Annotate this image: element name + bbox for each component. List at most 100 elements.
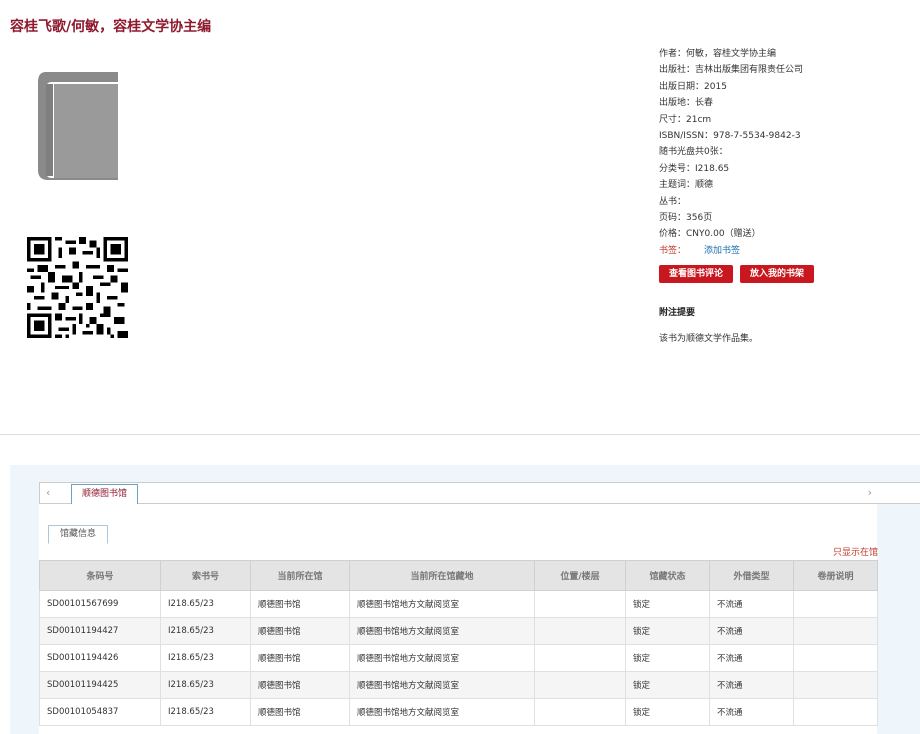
meta-publisher-value: 吉林出版集团有限责任公司	[695, 65, 804, 76]
cell-volume	[793, 590, 878, 618]
meta-price-value: CNY0.00（赠送）	[686, 229, 761, 240]
meta-publisher: 出版社：吉林出版集团有限责任公司	[659, 62, 914, 78]
cell-floor	[534, 644, 626, 672]
cell-status: 锁定	[625, 590, 710, 618]
meta-author: 作者：何敏，容桂文学协主编	[659, 46, 914, 62]
cell-status: 锁定	[625, 671, 710, 699]
cell-barcode: SD00101194425	[39, 671, 161, 699]
meta-isbn-label: ISBN/ISSN：	[659, 130, 714, 141]
chevron-left-icon[interactable]: ‹	[46, 486, 50, 499]
tab-library[interactable]: 顺德图书馆	[71, 484, 139, 504]
add-bookmark-link[interactable]: 添加书签	[704, 246, 740, 256]
cell-floor	[534, 698, 626, 726]
chevron-right-icon[interactable]: ›	[868, 486, 872, 499]
cell-barcode: SD00101194426	[39, 644, 161, 672]
table-row: SD00101054837 I218.65/23 顺德图书馆 顺德图书馆地方文献…	[39, 698, 878, 726]
cell-volume	[793, 671, 878, 699]
meta-size-label: 尺寸：	[659, 114, 687, 125]
cell-floor	[534, 617, 626, 645]
meta-price: 价格：CNY0.00（赠送）	[659, 226, 914, 242]
summary-heading: 附注提要	[659, 308, 696, 319]
cell-volume	[793, 617, 878, 645]
section-divider	[0, 434, 920, 435]
cell-library: 顺德图书馆	[250, 644, 350, 672]
cell-barcode: SD00101194427	[39, 617, 161, 645]
meta-cd: 随书光盘共0张：	[659, 144, 914, 160]
library-tab-bar: ‹ 顺德图书馆 ›	[39, 482, 920, 504]
bookmark-label: 书签：	[659, 245, 687, 256]
meta-pages: 页码：356页	[659, 210, 914, 226]
cell-status: 锁定	[625, 698, 710, 726]
cell-status: 锁定	[625, 617, 710, 645]
col-loantype[interactable]: 外借类型	[709, 560, 794, 591]
meta-cd-label: 随书光盘共0张：	[659, 147, 728, 158]
col-callno[interactable]: 索书号	[160, 560, 251, 591]
meta-isbn: ISBN/ISSN：978-7-5534-9842-3	[659, 128, 914, 144]
cell-library: 顺德图书馆	[250, 671, 350, 699]
cell-library: 顺德图书馆	[250, 590, 350, 618]
col-floor[interactable]: 位置/楼层	[534, 560, 626, 591]
qr-code-icon	[27, 237, 128, 338]
meta-pages-label: 页码：	[659, 212, 687, 223]
meta-pubdate: 出版日期：2015	[659, 79, 914, 95]
col-barcode[interactable]: 条码号	[39, 560, 161, 591]
meta-size: 尺寸：21cm	[659, 112, 914, 128]
only-in-library-link[interactable]: 只显示在馆	[833, 545, 878, 558]
cell-volume	[793, 698, 878, 726]
book-title: 容桂飞歌/何敏，容桂文学协主编	[10, 19, 212, 35]
meta-author-value: 何敏，容桂文学协主编	[686, 49, 777, 59]
meta-pubdate-value: 2015	[704, 81, 727, 92]
table-row: SD00101194425 I218.65/23 顺德图书馆 顺德图书馆地方文献…	[39, 671, 878, 699]
book-metadata: 作者：何敏，容桂文学协主编 出版社：吉林出版集团有限责任公司 出版日期：2015…	[659, 46, 914, 344]
cell-library: 顺德图书馆	[250, 617, 350, 645]
cell-location: 顺德图书馆地方文献阅览室	[349, 617, 535, 645]
cell-loantype: 不流通	[709, 698, 794, 726]
cell-loantype: 不流通	[709, 590, 794, 618]
col-location[interactable]: 当前所在馆藏地	[349, 560, 535, 591]
cell-callno: I218.65/23	[160, 644, 251, 672]
meta-author-label: 作者：	[659, 49, 687, 59]
cell-floor	[534, 671, 626, 699]
meta-classno: 分类号：I218.65	[659, 161, 914, 177]
cell-barcode: SD00101567699	[39, 590, 161, 618]
meta-classno-value: I218.65	[695, 163, 730, 174]
meta-pubplace-label: 出版地：	[659, 98, 696, 109]
cell-callno: I218.65/23	[160, 671, 251, 699]
view-reviews-button[interactable]: 查看图书评论	[659, 265, 734, 284]
holdings-table: 条码号 索书号 当前所在馆 当前所在馆藏地 位置/楼层 馆藏状态 外借类型 卷册…	[39, 560, 878, 726]
meta-subject: 主题词：顺德	[659, 177, 914, 193]
holdings-content: 馆藏信息 只显示在馆 条码号 索书号 当前所在馆 当前所在馆藏地 位置/楼层 馆…	[39, 504, 878, 734]
col-volume[interactable]: 卷册说明	[793, 560, 878, 591]
cell-location: 顺德图书馆地方文献阅览室	[349, 590, 535, 618]
cell-location: 顺德图书馆地方文献阅览室	[349, 644, 535, 672]
col-library[interactable]: 当前所在馆	[250, 560, 350, 591]
cell-library: 顺德图书馆	[250, 698, 350, 726]
meta-price-label: 价格：	[659, 229, 687, 240]
meta-subject-label: 主题词：	[659, 180, 696, 191]
cell-status: 锁定	[625, 644, 710, 672]
action-buttons: 查看图书评论 放入我的书架	[659, 265, 914, 284]
cell-callno: I218.65/23	[160, 590, 251, 618]
meta-pubplace: 出版地：长春	[659, 95, 914, 111]
add-to-shelf-button[interactable]: 放入我的书架	[740, 265, 815, 284]
tab-holdings-info[interactable]: 馆藏信息	[48, 525, 109, 544]
meta-series-label: 丛书：	[659, 196, 687, 207]
table-row: SD00101194427 I218.65/23 顺德图书馆 顺德图书馆地方文献…	[39, 617, 878, 645]
cell-callno: I218.65/23	[160, 698, 251, 726]
meta-pubplace-value: 长春	[695, 98, 714, 109]
cell-loantype: 不流通	[709, 617, 794, 645]
cell-loantype: 不流通	[709, 671, 794, 699]
summary-text: 该书为顺德文学作品集。	[659, 334, 759, 345]
cell-floor	[534, 590, 626, 618]
meta-series: 丛书：	[659, 194, 914, 210]
table-header-row: 条码号 索书号 当前所在馆 当前所在馆藏地 位置/楼层 馆藏状态 外借类型 卷册…	[39, 560, 878, 591]
meta-publisher-label: 出版社：	[659, 65, 696, 76]
table-row: SD00101194426 I218.65/23 顺德图书馆 顺德图书馆地方文献…	[39, 644, 878, 672]
meta-isbn-value: 978-7-5534-9842-3	[713, 130, 801, 141]
cell-volume	[793, 644, 878, 672]
table-row: SD00101567699 I218.65/23 顺德图书馆 顺德图书馆地方文献…	[39, 590, 878, 618]
col-status[interactable]: 馆藏状态	[625, 560, 710, 591]
cell-callno: I218.65/23	[160, 617, 251, 645]
meta-size-value: 21cm	[686, 114, 712, 125]
meta-pages-value: 356页	[686, 212, 713, 223]
